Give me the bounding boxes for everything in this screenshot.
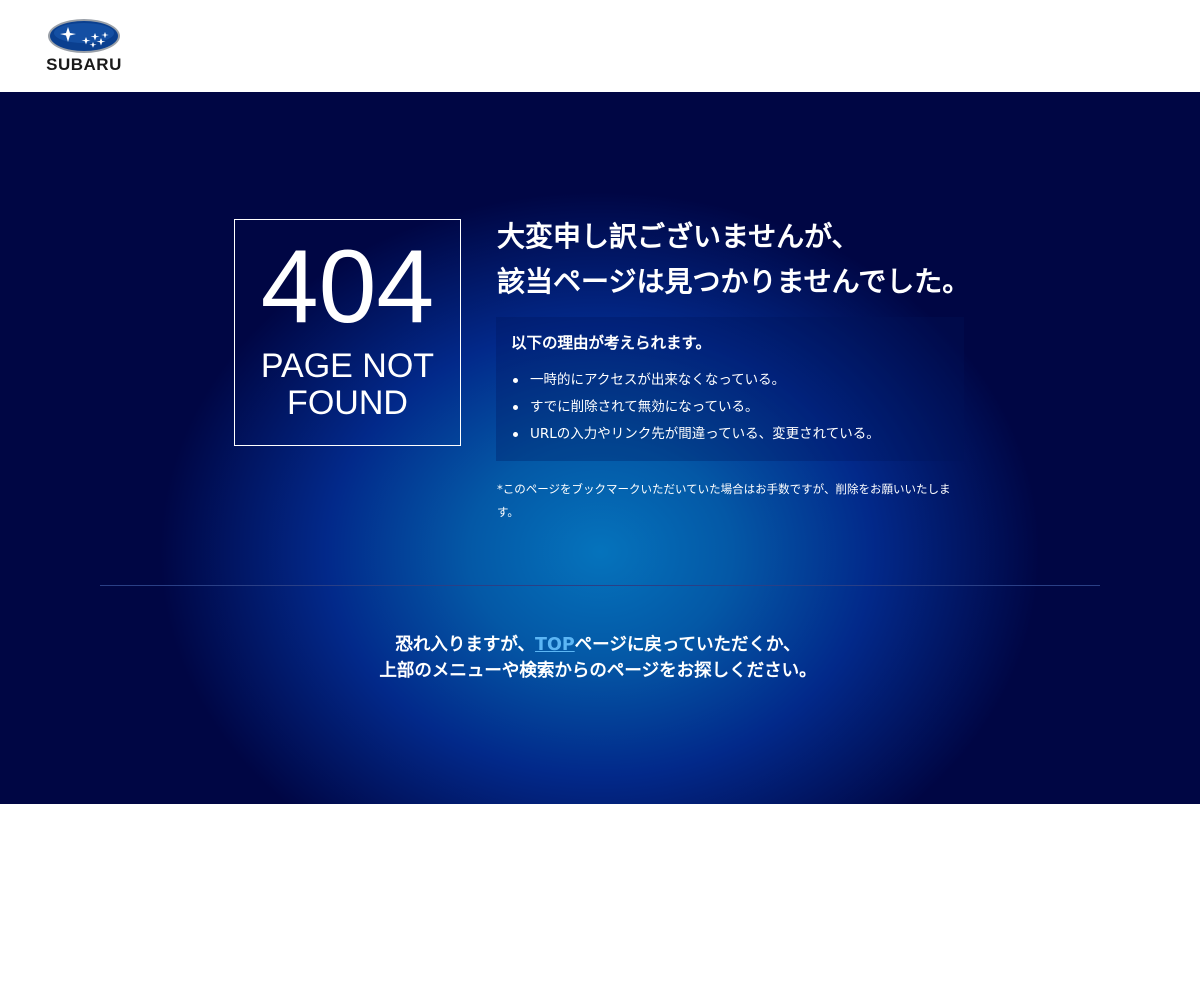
logo-wordmark: SUBARU xyxy=(46,55,122,74)
error-headline: 大変申し訳ございませんが、 該当ページは見つかりませんでした。 xyxy=(497,214,1057,304)
return-message: 恐れ入りますが、TOPページに戻っていただくか、 上部のメニューや検索からのペー… xyxy=(200,632,996,684)
error-code: 404 xyxy=(260,229,435,345)
headline-line-2: 該当ページは見つかりませんでした。 xyxy=(497,265,971,298)
return-message-prefix: 恐れ入りますが、 xyxy=(395,635,536,655)
return-message-suffix: ページに戻っていただくか、 xyxy=(574,635,801,655)
return-message-line-2: 上部のメニューや検索からのページをお探しください。 xyxy=(379,661,817,681)
error-label: PAGE NOT FOUND xyxy=(260,347,435,422)
subaru-logo-link[interactable]: SUBARU xyxy=(38,18,130,74)
reason-item: すでに削除されて無効になっている。 xyxy=(496,394,964,421)
error-code-box: 404 PAGE NOT FOUND xyxy=(234,219,461,446)
headline-line-1: 大変申し訳ございませんが、 xyxy=(497,220,860,253)
top-page-link[interactable]: TOP xyxy=(535,635,575,655)
reason-item: URLの入力やリンク先が間違っている、変更されている。 xyxy=(496,421,964,448)
site-header: SUBARU xyxy=(0,0,1200,92)
error-hero: 404 PAGE NOT FOUND 大変申し訳ございませんが、 該当ページは見つ… xyxy=(0,92,1200,804)
bookmark-note: *このページをブックマークいただいていた場合はお手数ですが、削除をお願いいたしま… xyxy=(497,482,951,519)
reasons-panel: 以下の理由が考えられます。 一時的にアクセスが出来なくなっている。 すでに削除さ… xyxy=(496,317,964,461)
reasons-title: 以下の理由が考えられます。 xyxy=(511,334,711,352)
subaru-pleiades-icon xyxy=(48,19,120,53)
section-divider xyxy=(100,585,1100,586)
reasons-list: 一時的にアクセスが出来なくなっている。 すでに削除されて無効になっている。 UR… xyxy=(496,367,964,448)
return-message-line-1: 恐れ入りますが、TOPページに戻っていただくか、 xyxy=(200,632,996,658)
reason-item: 一時的にアクセスが出来なくなっている。 xyxy=(496,367,964,394)
